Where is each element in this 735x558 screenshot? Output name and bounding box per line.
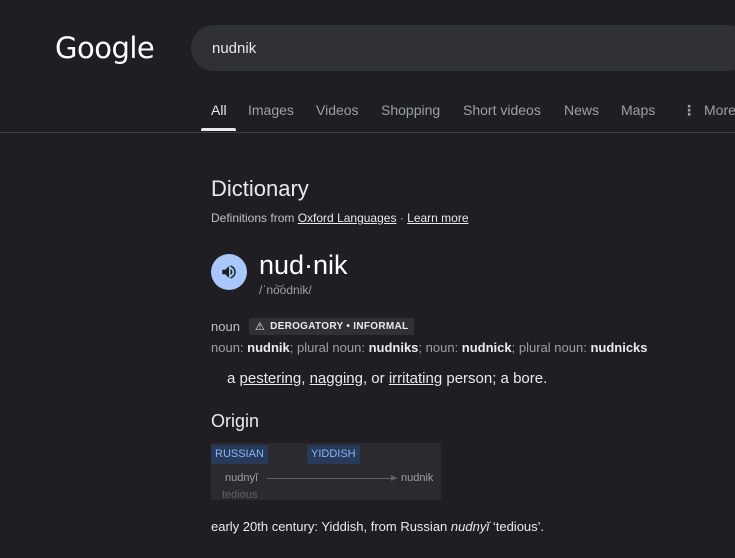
definition-link-pestering[interactable]: pestering [240,370,302,387]
definition-link-nagging[interactable]: nagging [310,370,363,387]
form-label: plural noun [518,340,584,355]
form-value: nudnik [247,340,290,355]
origin-source-gloss: tedious [222,489,258,501]
source-separator: · [399,211,404,225]
usage-labels: DEROGATORY • INFORMAL [270,321,409,332]
oxford-languages-link[interactable]: Oxford Languages [298,211,397,225]
form-label: plural noun [297,340,362,355]
usage-badge: ⚠ DEROGATORY • INFORMAL [248,318,415,335]
origin-title: Origin [211,411,260,431]
google-logo[interactable]: Google [55,31,155,65]
tab-news[interactable]: News [564,102,599,118]
tab-videos[interactable]: Videos [316,102,359,118]
part-of-speech-row: noun ⚠ DEROGATORY • INFORMAL [211,318,415,335]
search-tabs: All Images Videos Shopping Short videos … [0,92,735,133]
definition-text: a [227,370,236,387]
tab-maps[interactable]: Maps [621,102,655,118]
part-of-speech: noun [211,319,240,334]
form-label: noun [211,340,240,355]
definition-text: , [301,370,306,387]
learn-more-link[interactable]: Learn more [407,211,468,225]
word-forms: noun: nudnik; plural noun: nudniks; noun… [211,340,648,355]
search-input[interactable] [212,37,612,59]
origin-language-russian: RUSSIAN [211,445,268,464]
tab-short-videos[interactable]: Short videos [463,102,541,118]
warning-icon: ⚠ [254,321,266,333]
active-tab-indicator [201,128,236,131]
pronunciation-speaker-button[interactable] [211,254,247,290]
definition-text: person; a bore. [446,370,548,387]
form-value: nudnick [461,340,512,355]
source-prefix: Definitions from [211,211,295,225]
etymology-text: early 20th century: Yiddish, from Russia… [211,519,544,534]
search-box[interactable] [191,25,735,71]
origin-source-word: nudnyĭ [225,472,259,484]
definition-link-irritating[interactable]: irritating [389,370,442,387]
tab-all[interactable]: All [211,102,227,118]
origin-arrow [267,478,397,479]
tab-more-label: More [704,102,735,118]
pronunciation-text: /ˈno͝odnik/ [259,283,312,297]
form-value: nudniks [368,340,419,355]
speaker-icon [222,265,236,279]
more-vert-icon: ⋮ [682,102,696,118]
definition: a pestering, nagging, or irritating pers… [227,370,547,387]
origin-language-yiddish: YIDDISH [307,445,360,464]
tab-shopping[interactable]: Shopping [381,102,440,118]
form-label: noun [425,340,455,355]
form-value: nudnicks [590,340,648,355]
origin-target-word: nudnik [401,472,434,484]
origin-arrow-head [391,475,397,481]
definition-text: , or [362,370,385,387]
definitions-source: Definitions from Oxford Languages · Lear… [211,211,469,225]
headword: nud·nik [259,250,348,280]
etymology-suffix: ‘tedious’. [492,519,545,534]
tab-images[interactable]: Images [248,102,294,118]
dictionary-title: Dictionary [211,176,309,201]
tab-more[interactable]: ⋮ More [682,102,735,119]
etymology-prefix: early 20th century: Yiddish, from Russia… [211,519,448,534]
etymology-word: nudnyĭ [450,519,490,534]
